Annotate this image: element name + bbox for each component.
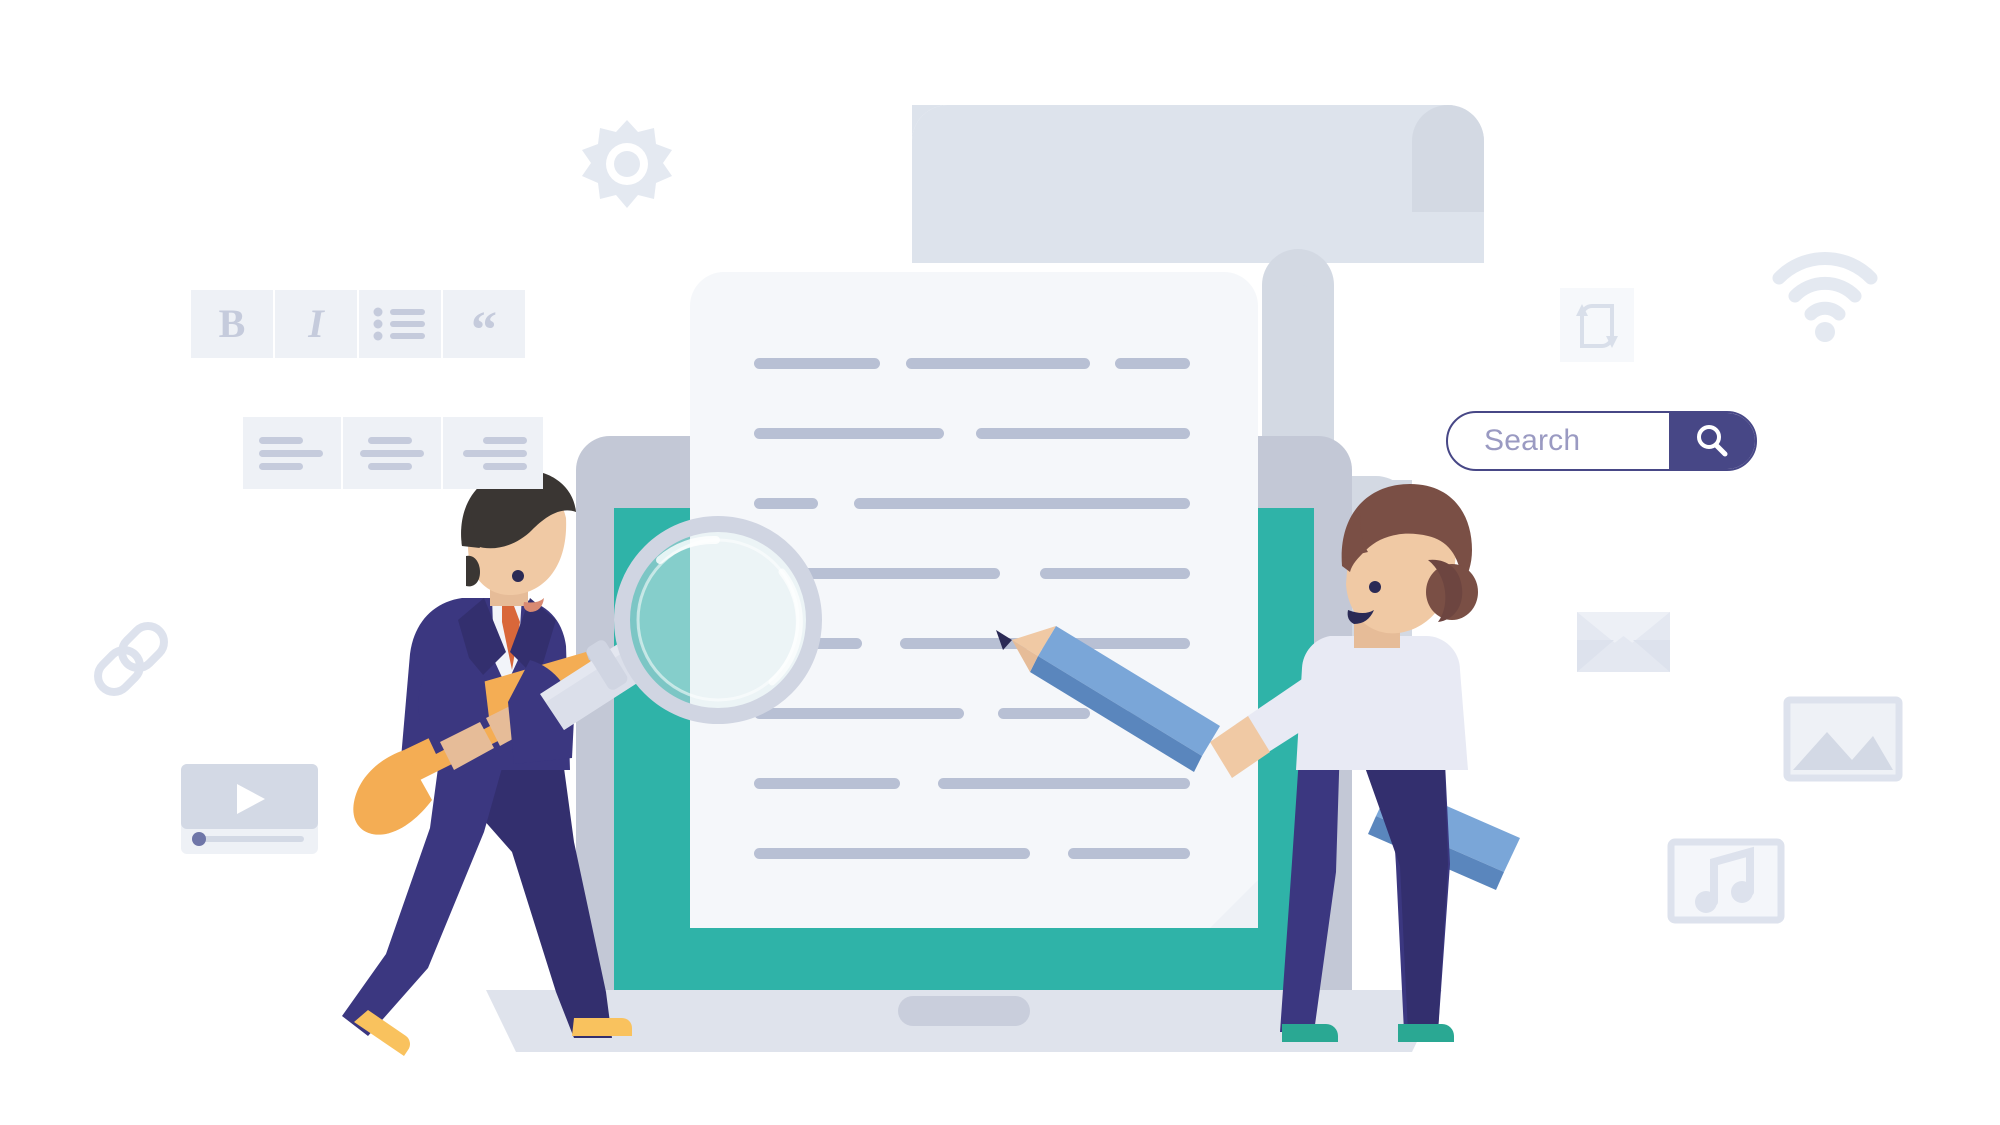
document-text-line-segment [754,708,964,719]
document-text-line-segment [938,778,1190,789]
envelope-icon [1577,612,1670,672]
refresh-loop-icon [1560,288,1634,362]
link-chain-icon [94,622,168,696]
quote-icon: “ [471,302,497,360]
align-left-icon [259,437,323,470]
music-note-icon [1667,838,1785,924]
search-button[interactable] [1669,413,1755,469]
illustration-scene [94,105,1903,1056]
align-right-icon [463,437,527,470]
search-icon [1697,425,1728,457]
document-text-line-segment [1068,848,1190,859]
italic-icon: I [308,301,324,346]
illustration-canvas: B I “ Search [0,0,2000,1125]
text-format-toolbar: B I “ [191,290,525,358]
text-align-toolbar [243,417,543,489]
wifi-icon [1772,252,1878,342]
document-text-line-segment [906,358,1090,369]
bold-icon: B [218,301,246,346]
bullet-list-button[interactable] [359,290,443,358]
document-text-line-segment [754,428,944,439]
video-player-icon [181,764,318,854]
bullet-list-icon [373,307,425,341]
gear-icon [582,120,672,208]
document-text-line-segment [1115,358,1190,369]
document-text-line-segment [754,358,880,369]
document-text-line-segment [754,848,1030,859]
image-placeholder-icon [1783,696,1903,782]
document-text-line-segment [754,778,900,789]
align-left-button[interactable] [243,417,343,489]
document-text-line-segment [998,708,1090,719]
document-text-line-segment [854,498,1190,509]
search-box[interactable]: Search [1446,411,1757,471]
align-center-button[interactable] [343,417,443,489]
bold-button[interactable]: B [191,290,275,358]
document-text-line-segment [976,428,1190,439]
align-right-button[interactable] [443,417,543,489]
align-center-icon [360,437,424,470]
document-text-line-segment [754,498,818,509]
document-text-line-segment [1040,568,1190,579]
blockquote-button[interactable]: “ [443,290,525,358]
search-input[interactable]: Search [1448,424,1669,458]
italic-button[interactable]: I [275,290,359,358]
